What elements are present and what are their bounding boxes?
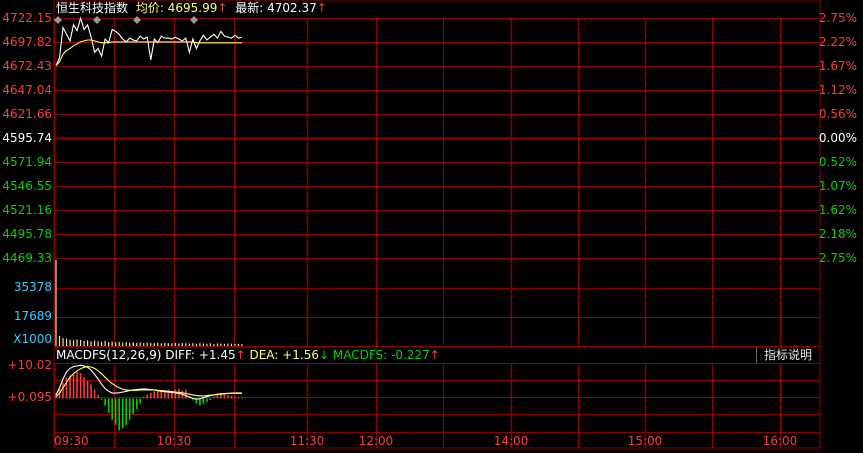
avg-value: 4695.99 <box>167 1 218 15</box>
intraday-chart[interactable]: 4722.15 4697.82 4672.43 4647.04 4621.66 4595.… <box>0 0 863 449</box>
percent-tick-label: 1.12% <box>819 83 857 97</box>
percent-tick-label: 2.18% <box>819 227 857 241</box>
macdfs-arrow-icon: ↑ <box>429 348 440 362</box>
time-tick-label: 14:00 <box>494 434 529 448</box>
avg-label: 均价: <box>135 1 164 15</box>
price-header: 恒生科技指数 均价: 4695.99↑ 最新: 4702.37↑ <box>56 0 327 16</box>
diff-label: DIFF: <box>165 348 195 362</box>
macdfs-label: MACDFS: <box>332 348 388 362</box>
percent-tick-label: 2.75% <box>819 251 857 265</box>
price-tick-label: 4647.04 <box>2 83 52 97</box>
price-tick-label: 4595.74 <box>2 131 52 145</box>
left-axis-labels: 4722.15 4697.82 4672.43 4647.04 4621.66 4595.… <box>2 11 52 404</box>
event-marker-icon[interactable] <box>133 16 141 24</box>
volume-tick-label: 17689 <box>14 309 52 323</box>
volume-tick-label: 35378 <box>14 280 52 294</box>
dea-label: DEA: <box>249 348 279 362</box>
price-tick-label: 4672.43 <box>2 59 52 73</box>
price-tick-label: 4495.78 <box>2 227 52 241</box>
last-arrow-icon: ↑ <box>316 1 327 15</box>
event-marker-icon[interactable] <box>190 16 198 24</box>
avg-arrow-icon: ↑ <box>217 1 228 15</box>
percent-tick-label: 0.52% <box>819 155 857 169</box>
dea-value: +1.56 <box>282 348 319 362</box>
price-tick-label: 4697.82 <box>2 35 52 49</box>
time-tick-label: 12:00 <box>359 434 394 448</box>
grid-lines <box>53 0 821 449</box>
average-price-line <box>55 39 242 66</box>
volume-bars <box>55 260 243 346</box>
time-tick-label: 16:00 <box>763 434 798 448</box>
percent-tick-label: 2.22% <box>819 35 857 49</box>
time-tick-label: 15:00 <box>628 434 663 448</box>
price-tick-label: 4621.66 <box>2 107 52 121</box>
price-tick-label: 4571.94 <box>2 155 52 169</box>
last-label: 最新: <box>235 1 264 15</box>
percent-tick-label: 1.62% <box>819 203 857 217</box>
percent-tick-label: 2.75% <box>819 11 857 25</box>
price-lines <box>55 16 243 66</box>
time-axis-labels: 09:30 10:30 11:30 12:00 14:00 15:00 16:00 <box>54 434 797 448</box>
time-tick-label: 09:30 <box>54 434 89 448</box>
index-name: 恒生科技指数 <box>56 1 129 15</box>
percent-tick-label: 1.67% <box>819 59 857 73</box>
time-tick-label: 10:30 <box>157 434 192 448</box>
percent-tick-label: 0.00% <box>819 131 857 145</box>
last-value: 4702.37 <box>267 1 317 15</box>
macd-header: MACDFS(12,26,9) DIFF: +1.45↑ DEA: +1.56↓… <box>56 347 440 363</box>
indicator-help-button[interactable]: 指标说明 <box>756 347 819 363</box>
right-axis-labels: 2.75% 2.22% 1.67% 1.12% 0.56% 0.00% 0.52% 1.07%… <box>819 11 857 265</box>
chart-canvas[interactable]: 4722.15 4697.82 4672.43 4647.04 4621.66 4595.… <box>0 0 863 449</box>
price-tick-label: 4546.55 <box>2 179 52 193</box>
dea-arrow-icon: ↓ <box>318 348 330 362</box>
price-tick-label: 4521.16 <box>2 203 52 217</box>
diff-value: +1.45 <box>198 348 236 362</box>
macd-tick-label: +10.02 <box>8 358 52 372</box>
macd-tick-label: +0.095 <box>8 390 52 404</box>
percent-tick-label: 1.07% <box>819 179 857 193</box>
price-tick-label: 4469.33 <box>2 251 52 265</box>
price-tick-label: 4722.15 <box>2 11 52 25</box>
diff-arrow-icon: ↑ <box>235 348 246 362</box>
time-tick-label: 11:30 <box>290 434 325 448</box>
event-marker-icon[interactable] <box>93 16 101 24</box>
macdfs-value: -0.227 <box>391 348 430 362</box>
volume-unit-label: X1000 <box>13 332 52 346</box>
percent-tick-label: 0.56% <box>819 107 857 121</box>
macd-name: MACDFS(12,26,9) <box>56 348 162 362</box>
event-markers[interactable] <box>54 16 198 24</box>
